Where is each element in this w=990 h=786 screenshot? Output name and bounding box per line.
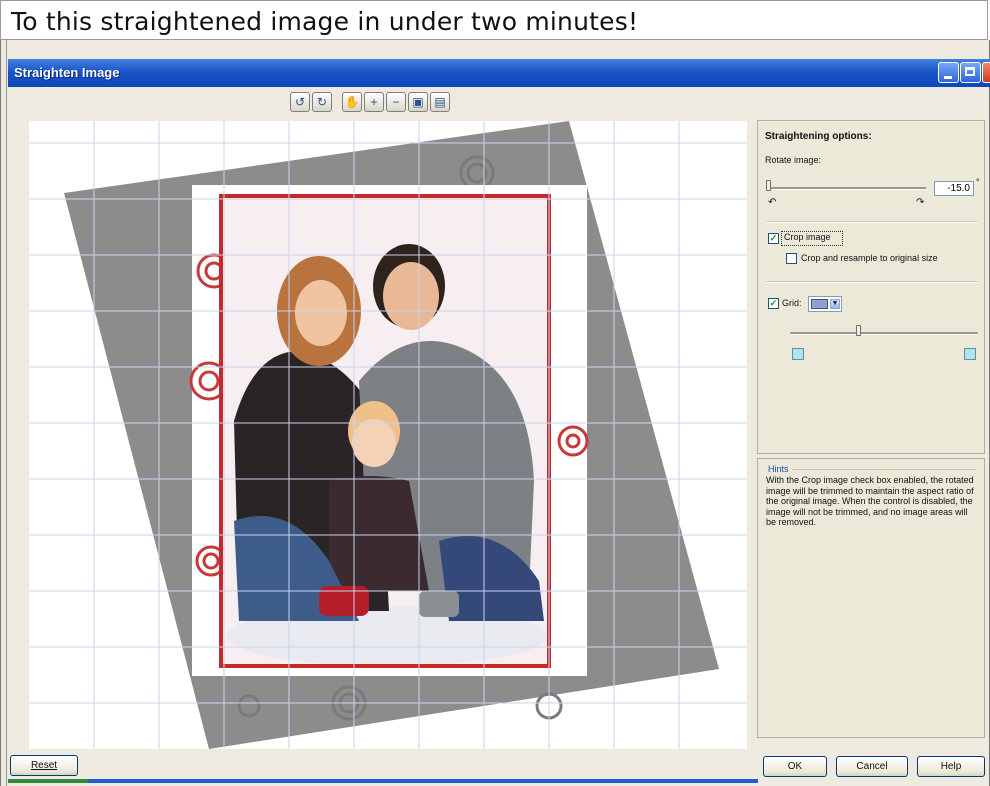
cancel-button[interactable]: Cancel [836, 756, 908, 777]
chevron-down-icon[interactable]: ▼ [830, 299, 840, 309]
zoom-in-icon[interactable]: + [364, 92, 384, 112]
rotate-value-input[interactable]: -15.0 [934, 181, 974, 196]
grid-size-slider-thumb[interactable] [855, 325, 861, 336]
status-strip-blue [88, 779, 758, 783]
window-title: Straighten Image [14, 65, 120, 80]
close-icon[interactable] [982, 62, 990, 83]
degree-symbol: ° [976, 177, 980, 187]
help-button[interactable]: Help [917, 756, 985, 777]
preview-canvas[interactable] [29, 121, 747, 749]
crop-image-checkbox[interactable]: ✓ [768, 233, 779, 244]
hints-title: Hints [768, 464, 789, 474]
grid-label[interactable]: Grid: [782, 298, 802, 308]
photo-subject [221, 196, 549, 666]
rotate-cw-icon: ↷ [916, 197, 925, 208]
straightening-options-panel: Straightening options: Rotate image: ↶ ↷… [757, 120, 985, 454]
crop-resample-checkbox[interactable] [786, 253, 797, 264]
fit-to-window-icon[interactable]: ▣ [408, 92, 428, 112]
grid-small-size-icon [792, 348, 804, 360]
crop-resample-label[interactable]: Crop and resample to original size [801, 253, 938, 263]
hints-rule [792, 469, 976, 470]
options-divider [766, 221, 978, 223]
grid-color-swatch [811, 299, 828, 309]
grid-checkbox[interactable]: ✓ [768, 298, 779, 309]
status-strip-green [8, 779, 88, 783]
reset-button[interactable]: Reset [10, 755, 78, 776]
minimize-icon[interactable] [938, 62, 959, 83]
rotate-right-icon[interactable]: ↻ [312, 92, 332, 112]
rotate-slider-track[interactable] [768, 187, 926, 190]
options-heading: Straightening options: [765, 131, 872, 142]
ok-button[interactable]: OK [763, 756, 827, 777]
zoom-out-icon[interactable]: − [386, 92, 406, 112]
grid-size-slider-track[interactable] [790, 332, 978, 335]
maximize-icon[interactable] [960, 62, 981, 83]
hints-panel: Hints With the Crop image check box enab… [757, 458, 985, 738]
title-bar[interactable]: Straighten Image [8, 59, 990, 87]
caption-bar: To this straightened image in under two … [0, 0, 988, 40]
left-rule [6, 40, 7, 786]
rotate-left-icon[interactable]: ↺ [290, 92, 310, 112]
options-divider-2 [766, 281, 978, 283]
crop-image-label[interactable]: Crop image [784, 232, 831, 242]
caption-text: To this straightened image in under two … [11, 7, 639, 36]
grid-large-size-icon [964, 348, 976, 360]
actual-size-icon[interactable]: ▤ [430, 92, 450, 112]
preview-drawing [29, 121, 747, 749]
rotate-label: Rotate image: [765, 155, 822, 165]
rotate-ccw-icon: ↶ [768, 197, 777, 208]
grid-color-picker[interactable]: ▼ [808, 296, 842, 312]
rotate-slider-thumb[interactable] [766, 180, 771, 191]
pan-hand-icon[interactable]: ✋ [342, 92, 362, 112]
hints-text: With the Crop image check box enabled, t… [766, 475, 974, 527]
